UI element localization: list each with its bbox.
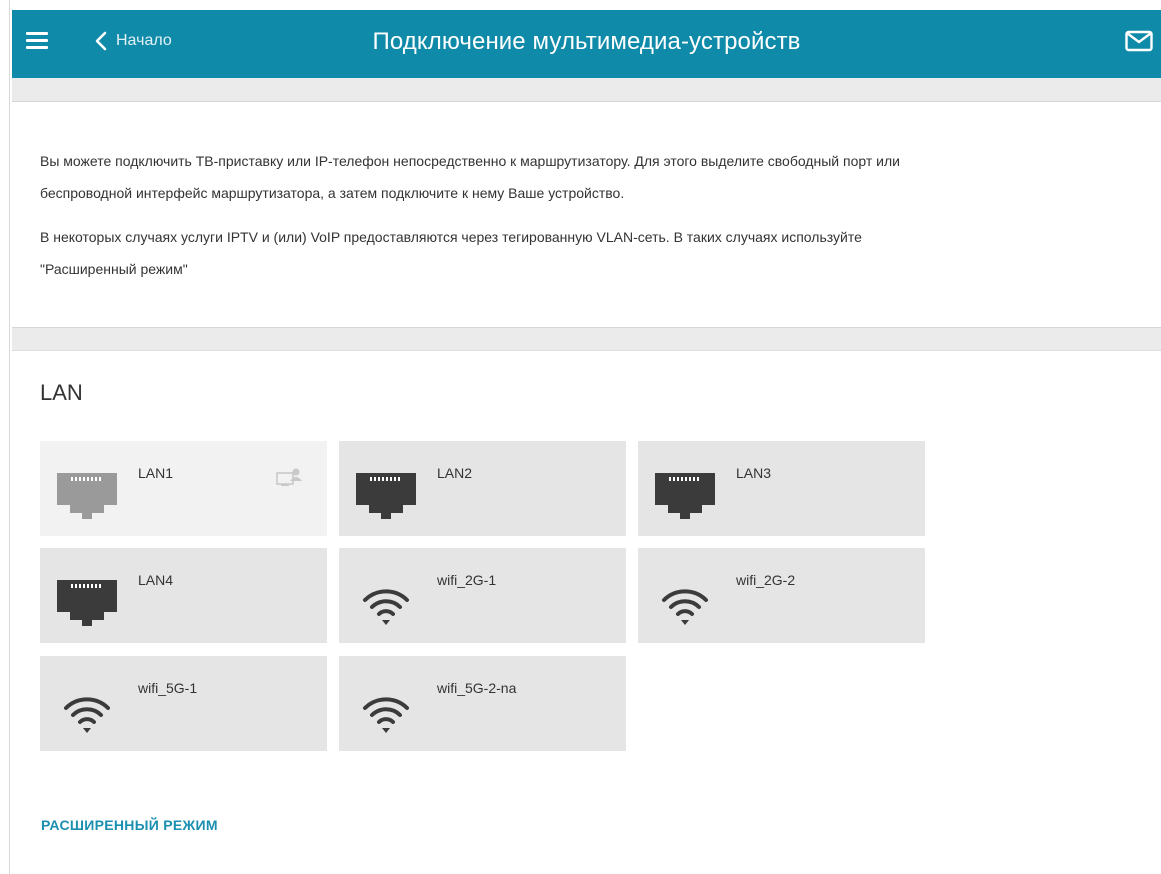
ethernet-port-icon bbox=[52, 465, 122, 521]
section-separator bbox=[12, 327, 1161, 351]
description-block: Вы можете подключить ТВ-приставку или IP… bbox=[40, 145, 1120, 285]
description-text: Вы можете подключить ТВ-приставку или IP… bbox=[40, 153, 900, 169]
assigned-device-icon bbox=[276, 467, 302, 489]
advanced-mode-button[interactable]: РАСШИРЕННЫЙ РЕЖИМ bbox=[41, 817, 218, 833]
interface-label: LAN1 bbox=[138, 465, 174, 481]
interface-tile-wifi-5g-1[interactable]: wifi_5G-1 bbox=[40, 656, 327, 751]
lan-section-title: LAN bbox=[40, 380, 83, 405]
interface-label: wifi_5G-2-na bbox=[437, 680, 517, 696]
interface-tile-lan3[interactable]: LAN3 bbox=[638, 441, 925, 536]
interface-tile-wifi-2g-1[interactable]: wifi_2G-1 bbox=[339, 548, 626, 643]
description-paragraph-2: В некоторых случаях услуги IPTV и (или) … bbox=[40, 221, 1120, 285]
interface-label: LAN4 bbox=[138, 572, 174, 588]
interface-tile-lan1[interactable]: LAN1 bbox=[40, 441, 327, 536]
interface-label: LAN2 bbox=[437, 465, 473, 481]
wifi-icon bbox=[351, 680, 421, 736]
interface-label: LAN3 bbox=[736, 465, 772, 481]
description-text: В некоторых случаях услуги IPTV и (или) … bbox=[40, 229, 862, 245]
description-text: беспроводной интерфейс маршрутизатора, а… bbox=[40, 185, 625, 201]
description-text: "Расширенный режим" bbox=[40, 261, 188, 277]
mail-icon[interactable] bbox=[1125, 30, 1155, 54]
top-header-bar: Начало Подключение мультимедиа-устройств bbox=[12, 10, 1161, 78]
wifi-icon bbox=[650, 572, 720, 628]
interface-label: wifi_5G-1 bbox=[138, 680, 198, 696]
section-separator bbox=[12, 78, 1161, 102]
page-left-border bbox=[9, 0, 10, 874]
interface-tile-wifi-2g-2[interactable]: wifi_2G-2 bbox=[638, 548, 925, 643]
interface-label: wifi_2G-2 bbox=[736, 572, 796, 588]
interface-tile-lan2[interactable]: LAN2 bbox=[339, 441, 626, 536]
interface-tile-lan4[interactable]: LAN4 bbox=[40, 548, 327, 643]
page-title: Подключение мультимедиа-устройств bbox=[372, 28, 801, 55]
ethernet-port-icon bbox=[351, 465, 421, 521]
ethernet-port-icon bbox=[52, 572, 122, 628]
description-paragraph-1: Вы можете подключить ТВ-приставку или IP… bbox=[40, 145, 1120, 209]
interface-tile-wifi-5g-2-na[interactable]: wifi_5G-2-na bbox=[339, 656, 626, 751]
ethernet-port-icon bbox=[650, 465, 720, 521]
interface-label: wifi_2G-1 bbox=[437, 572, 497, 588]
wifi-icon bbox=[351, 572, 421, 628]
wifi-icon bbox=[52, 680, 122, 736]
